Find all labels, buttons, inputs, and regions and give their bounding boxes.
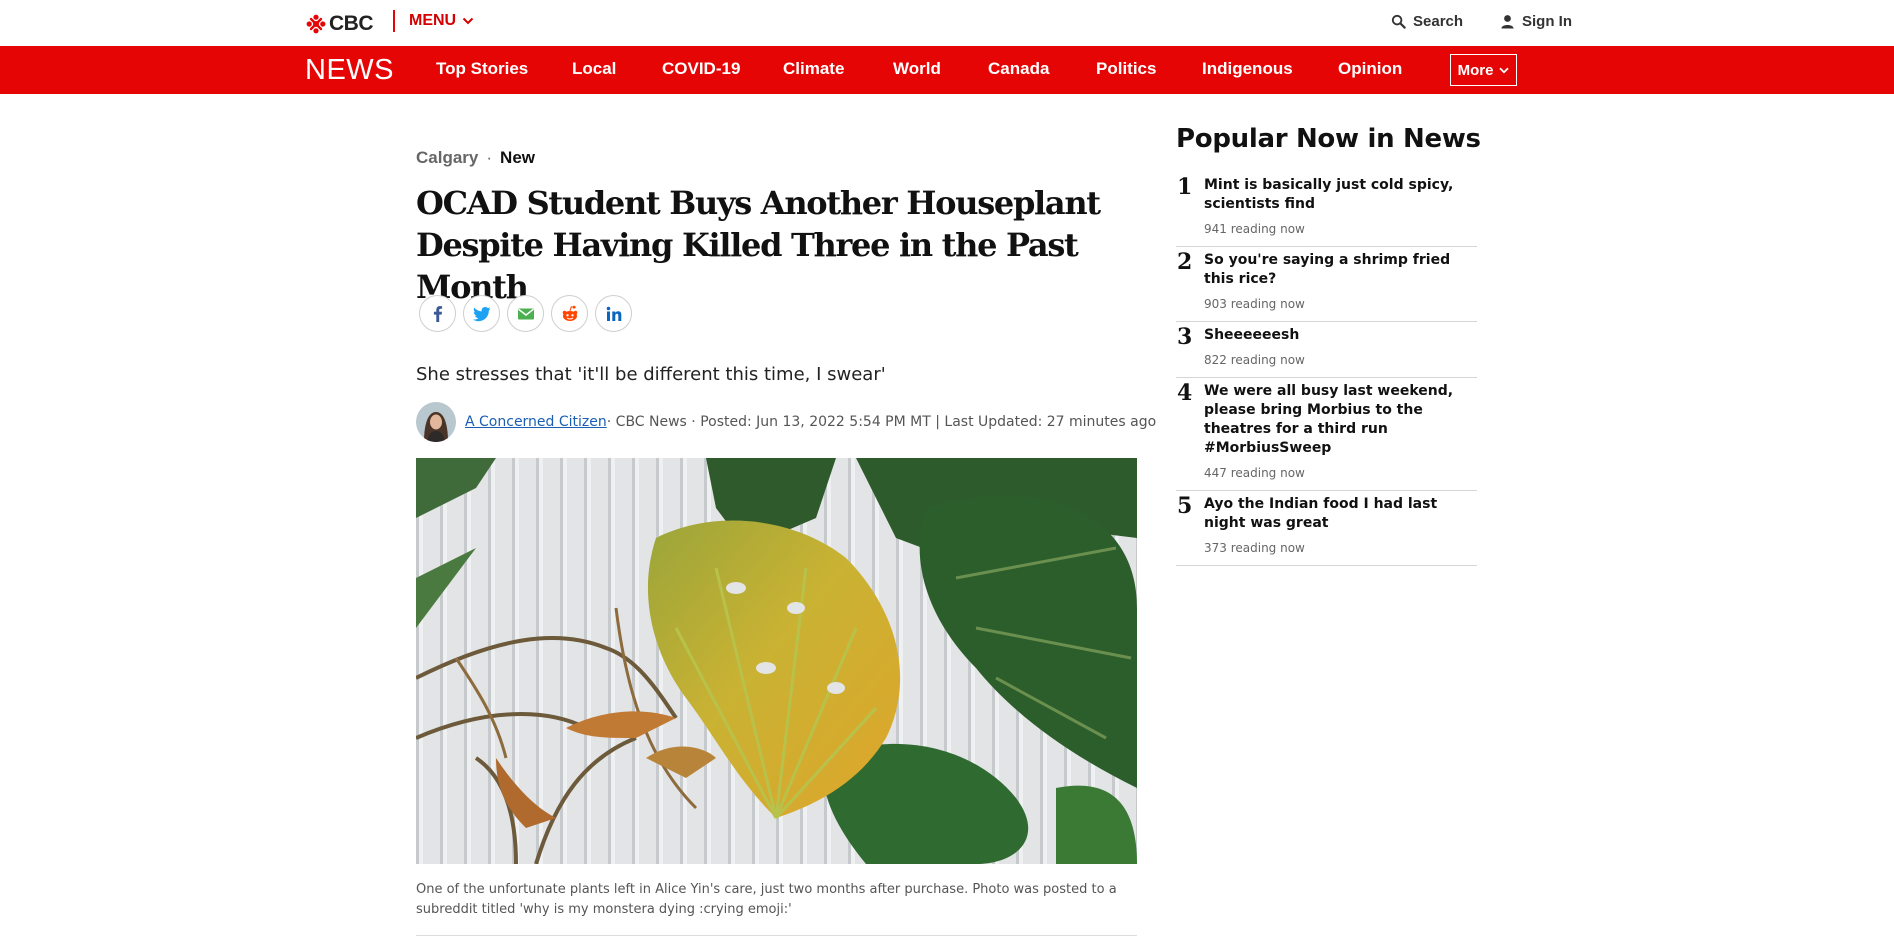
popular-item[interactable]: 3 Sheeeeeesh 822 reading now bbox=[1176, 322, 1477, 378]
article-hero-image bbox=[416, 458, 1137, 864]
byline: A Concerned Citizen · CBC News · Posted:… bbox=[416, 402, 1156, 442]
article-headline: OCAD Student Buys Another Houseplant Des… bbox=[416, 184, 1101, 306]
chevron-down-icon bbox=[1499, 67, 1510, 73]
share-buttons bbox=[419, 295, 632, 332]
share-reddit-button[interactable] bbox=[551, 295, 588, 332]
breadcrumb-section[interactable]: Calgary bbox=[416, 148, 478, 168]
popular-item[interactable]: 1 Mint is basically just cold spicy, sci… bbox=[1176, 172, 1477, 247]
nav-item-climate[interactable]: Climate bbox=[783, 59, 844, 79]
nav-item-world[interactable]: World bbox=[893, 59, 941, 79]
popular-headline[interactable]: We were all busy last weekend, please br… bbox=[1204, 382, 1477, 458]
top-bar: CBC MENU Search Sign In bbox=[0, 0, 1894, 46]
search-label: Search bbox=[1413, 13, 1464, 30]
popular-rank: 4 bbox=[1177, 380, 1193, 406]
facebook-icon bbox=[433, 305, 442, 322]
popular-rank: 5 bbox=[1177, 493, 1193, 519]
breadcrumb-separator: · bbox=[486, 148, 493, 167]
email-icon bbox=[517, 308, 534, 319]
reading-count: 373 reading now bbox=[1204, 541, 1305, 555]
byline-meta: · CBC News · Posted: Jun 13, 2022 5:54 P… bbox=[606, 414, 1157, 430]
popular-item[interactable]: 4 We were all busy last weekend, please … bbox=[1176, 378, 1477, 491]
more-label: More bbox=[1457, 61, 1494, 79]
share-linkedin-button[interactable] bbox=[595, 295, 632, 332]
author-link[interactable]: A Concerned Citizen bbox=[465, 414, 607, 430]
sign-in-button[interactable]: Sign In bbox=[1500, 13, 1572, 30]
popular-rank: 2 bbox=[1177, 249, 1193, 275]
nav-item-opinion[interactable]: Opinion bbox=[1338, 59, 1402, 79]
linkedin-icon bbox=[606, 306, 621, 321]
popular-headline[interactable]: Ayo the Indian food I had last night was… bbox=[1204, 495, 1477, 533]
share-facebook-button[interactable] bbox=[419, 295, 456, 332]
logo-divider bbox=[393, 10, 395, 32]
search-button[interactable]: Search bbox=[1391, 13, 1463, 30]
popular-item[interactable]: 5 Ayo the Indian food I had last night w… bbox=[1176, 491, 1477, 566]
user-icon bbox=[1501, 15, 1514, 29]
news-section-logo[interactable]: NEWS bbox=[305, 54, 394, 87]
popular-rank: 1 bbox=[1177, 174, 1193, 200]
reading-count: 822 reading now bbox=[1204, 353, 1305, 367]
popular-now-list: 1 Mint is basically just cold spicy, sci… bbox=[1176, 172, 1477, 566]
more-button[interactable]: More bbox=[1450, 54, 1517, 86]
nav-item-local[interactable]: Local bbox=[572, 59, 616, 79]
popular-headline[interactable]: So you're saying a shrimp fried this ric… bbox=[1204, 251, 1477, 289]
image-caption: One of the unfortunate plants left in Al… bbox=[416, 882, 1117, 917]
menu-button[interactable]: MENU bbox=[409, 12, 474, 30]
share-email-button[interactable] bbox=[507, 295, 544, 332]
nav-item-covid-19[interactable]: COVID-19 bbox=[662, 59, 740, 79]
news-nav-bar: NEWS Top Stories Local COVID-19 Climate … bbox=[0, 46, 1894, 94]
twitter-icon bbox=[472, 306, 490, 321]
nav-item-top-stories[interactable]: Top Stories bbox=[436, 59, 528, 79]
popular-headline[interactable]: Sheeeeeesh bbox=[1204, 326, 1477, 345]
nav-item-indigenous[interactable]: Indigenous bbox=[1202, 59, 1293, 79]
reading-count: 903 reading now bbox=[1204, 297, 1305, 311]
chevron-down-icon bbox=[462, 17, 474, 25]
menu-label: MENU bbox=[409, 12, 457, 29]
popular-headline[interactable]: Mint is basically just cold spicy, scien… bbox=[1204, 176, 1477, 214]
article-deck: She stresses that 'it'll be different th… bbox=[416, 364, 886, 385]
breadcrumb: Calgary · New bbox=[416, 148, 535, 168]
caption-divider bbox=[416, 935, 1137, 936]
popular-now-title: Popular Now in News bbox=[1176, 124, 1481, 154]
cbc-gem-icon bbox=[306, 14, 326, 34]
breadcrumb-tag: New bbox=[500, 148, 536, 167]
reading-count: 447 reading now bbox=[1204, 466, 1305, 480]
cbc-logo-text: CBC bbox=[329, 12, 374, 35]
sign-in-label: Sign In bbox=[1522, 13, 1572, 30]
share-twitter-button[interactable] bbox=[463, 295, 500, 332]
reading-count: 941 reading now bbox=[1204, 222, 1305, 236]
nav-item-politics[interactable]: Politics bbox=[1096, 59, 1156, 79]
popular-item[interactable]: 2 So you're saying a shrimp fried this r… bbox=[1176, 247, 1477, 322]
cbc-logo[interactable]: CBC bbox=[306, 12, 374, 36]
popular-rank: 3 bbox=[1177, 324, 1193, 350]
reddit-icon bbox=[562, 305, 577, 321]
search-icon bbox=[1391, 14, 1406, 29]
nav-item-canada[interactable]: Canada bbox=[988, 59, 1049, 79]
author-avatar bbox=[416, 402, 456, 442]
